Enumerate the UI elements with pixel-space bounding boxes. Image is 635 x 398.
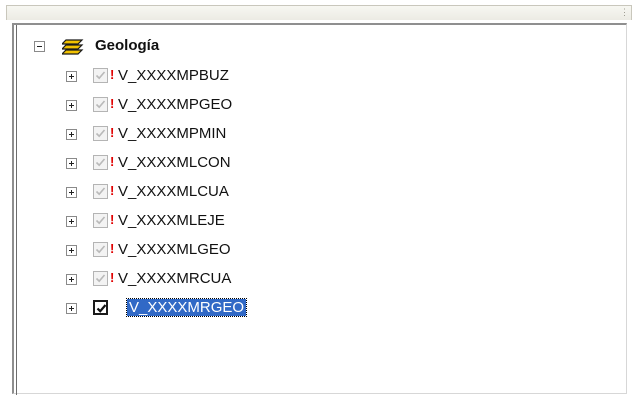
- layer-visibility-checkbox[interactable]: [93, 68, 108, 83]
- expand-layer-icon[interactable]: [66, 187, 77, 198]
- checkmark-icon: [95, 274, 106, 283]
- layer-label[interactable]: V_XXXXMPGEO: [118, 96, 232, 113]
- warning-icon: !: [110, 212, 115, 227]
- expand-layer-icon[interactable]: [66, 303, 77, 314]
- layer-label[interactable]: V_XXXXMRCUA: [118, 270, 231, 287]
- resize-grip-icon: ⋮: [620, 7, 629, 17]
- warning-icon: !: [110, 96, 115, 111]
- expand-layer-icon[interactable]: [66, 71, 77, 82]
- group-label[interactable]: Geología: [95, 37, 159, 54]
- layer-label[interactable]: V_XXXXMLCUA: [118, 183, 229, 200]
- checkmark-icon: [95, 187, 106, 196]
- layer-visibility-checkbox[interactable]: [93, 97, 108, 112]
- warning-icon: !: [110, 270, 115, 285]
- checkmark-icon: [95, 245, 106, 254]
- layer-label[interactable]: V_XXXXMLCON: [118, 154, 231, 171]
- layer-visibility-checkbox[interactable]: [93, 242, 108, 257]
- checkmark-icon: [95, 158, 106, 167]
- panel-left-border: [16, 25, 17, 395]
- checkmark-icon: [95, 216, 106, 225]
- layer-visibility-checkbox[interactable]: [93, 155, 108, 170]
- checkmark-icon: [95, 129, 106, 138]
- collapse-group-icon[interactable]: [34, 41, 45, 52]
- warning-icon: !: [110, 183, 115, 198]
- layer-visibility-checkbox[interactable]: [93, 300, 108, 315]
- warning-icon: !: [110, 67, 115, 82]
- expand-layer-icon[interactable]: [66, 274, 77, 285]
- layer-visibility-checkbox[interactable]: [93, 271, 108, 286]
- layer-label[interactable]: V_XXXXMRGEO: [125, 298, 248, 317]
- layer-label[interactable]: V_XXXXMPBUZ: [118, 67, 229, 84]
- layer-label[interactable]: V_XXXXMLEJE: [118, 212, 225, 229]
- expand-layer-icon[interactable]: [66, 100, 77, 111]
- checkmark-icon: [95, 71, 106, 80]
- checkmark-icon: [95, 100, 106, 109]
- table-of-contents-window: ⋮ Geología ! V_XXXXMPBUZ! V_XXXXMPGEO! V_XX…: [0, 0, 635, 398]
- expand-layer-icon[interactable]: [66, 158, 77, 169]
- layer-visibility-checkbox[interactable]: [93, 213, 108, 228]
- warning-icon: !: [110, 125, 115, 140]
- layers-icon: [60, 36, 86, 61]
- layer-label[interactable]: V_XXXXMLGEO: [118, 241, 231, 258]
- layer-visibility-checkbox[interactable]: [93, 126, 108, 141]
- layer-visibility-checkbox[interactable]: [93, 184, 108, 199]
- warning-icon: !: [110, 241, 115, 256]
- warning-icon: !: [110, 154, 115, 169]
- layer-label[interactable]: V_XXXXMPMIN: [118, 125, 226, 142]
- window-title-strip: ⋮: [6, 5, 632, 20]
- expand-layer-icon[interactable]: [66, 216, 77, 227]
- expand-layer-icon[interactable]: [66, 245, 77, 256]
- expand-layer-icon[interactable]: [66, 129, 77, 140]
- checkmark-icon: [96, 304, 107, 313]
